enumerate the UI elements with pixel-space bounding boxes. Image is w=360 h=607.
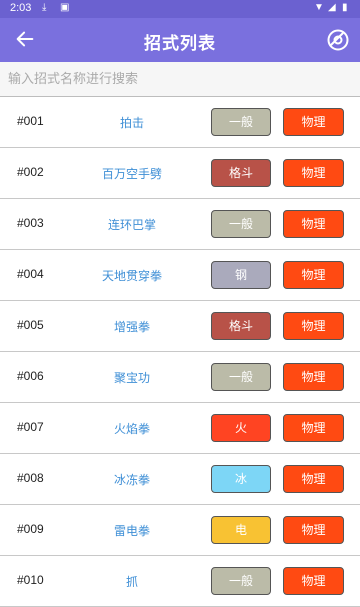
move-number: #007	[17, 420, 44, 434]
move-row[interactable]: #008 冰冻拳 冰物理	[0, 454, 360, 505]
move-row[interactable]: #004 天地贯穿拳 钢物理	[0, 250, 360, 301]
move-type-badge: 一般	[211, 363, 271, 391]
move-category-badge: 物理	[283, 261, 344, 289]
move-name: 抓	[125, 575, 138, 589]
signal-icon: ◢	[328, 2, 336, 13]
status-time: 2:03	[10, 2, 32, 14]
move-row[interactable]: #002 百万空手劈 格斗 物理	[0, 148, 360, 199]
move-number: #004	[17, 267, 44, 281]
move-number: #006	[17, 369, 44, 383]
app-bar: 招式列表	[0, 18, 360, 62]
move-number: #002	[17, 165, 44, 179]
move-number: #003	[17, 216, 44, 230]
move-number: #010	[17, 573, 44, 587]
page-title: 招式列表	[144, 34, 216, 54]
pokeball-icon[interactable]	[326, 28, 350, 52]
move-name: 雷电拳	[113, 524, 150, 538]
move-type-badge: 一般	[211, 108, 271, 136]
battery-icon: ▮	[342, 2, 348, 13]
move-name: 聚宝功	[113, 371, 150, 385]
move-type-badge: 钢	[211, 261, 271, 289]
move-type-badge: 一般	[211, 210, 271, 238]
move-number: #001	[17, 114, 44, 128]
move-category-badge: 物理	[283, 414, 344, 442]
move-name: 增强拳	[113, 320, 150, 334]
move-row[interactable]: #005 增强拳 格斗 物理	[0, 301, 360, 352]
move-type-badge: 一般	[211, 567, 271, 595]
move-category-badge: 物理	[283, 567, 344, 595]
move-category-badge: 物理	[283, 465, 344, 493]
status-bar: 2:03 ⤓ ▣ ▼ ◢ ▮	[0, 0, 360, 18]
move-name: 天地贯穿拳	[101, 269, 162, 283]
move-category-badge: 物理	[283, 312, 344, 340]
move-row[interactable]: #001 拍击 一般 物理	[0, 97, 360, 148]
search-input[interactable]	[8, 66, 348, 92]
move-row[interactable]: #010 抓 一般 物理	[0, 556, 360, 607]
move-type-badge: 冰	[211, 465, 271, 493]
move-row[interactable]: #007 火焰拳 火物理	[0, 403, 360, 454]
move-type-badge: 格斗	[211, 159, 271, 187]
move-row[interactable]: #009 雷电拳 电物理	[0, 505, 360, 556]
move-number: #009	[17, 522, 44, 536]
move-number: #008	[17, 471, 44, 485]
move-number: #005	[17, 318, 44, 332]
search-bar	[0, 62, 360, 97]
move-type-badge: 格斗	[211, 312, 271, 340]
move-row[interactable]: #006 聚宝功 一般 物理	[0, 352, 360, 403]
move-category-badge: 物理	[283, 210, 344, 238]
move-row[interactable]: #003 连环巴掌 一般 物理	[0, 199, 360, 250]
move-name: 百万空手劈	[101, 167, 162, 181]
move-category-badge: 物理	[283, 516, 344, 544]
move-category-badge: 物理	[283, 108, 344, 136]
move-name: 连环巴掌	[107, 218, 156, 232]
move-list: #001 拍击 一般 物理 #002 百万空手劈 格斗 物理 #003 连环巴掌 一般 物理 #004 天…	[0, 97, 360, 607]
move-category-badge: 物理	[283, 159, 344, 187]
move-type-badge: 火	[211, 414, 271, 442]
wifi-icon: ▼	[314, 2, 324, 13]
move-name: 火焰拳	[113, 422, 150, 436]
move-name: 冰冻拳	[113, 473, 150, 487]
move-name: 拍击	[119, 116, 144, 130]
download-icon: ⤓	[42, 2, 47, 13]
notification-icon: ▣	[60, 2, 70, 13]
move-category-badge: 物理	[283, 363, 344, 391]
move-type-badge: 电	[211, 516, 271, 544]
